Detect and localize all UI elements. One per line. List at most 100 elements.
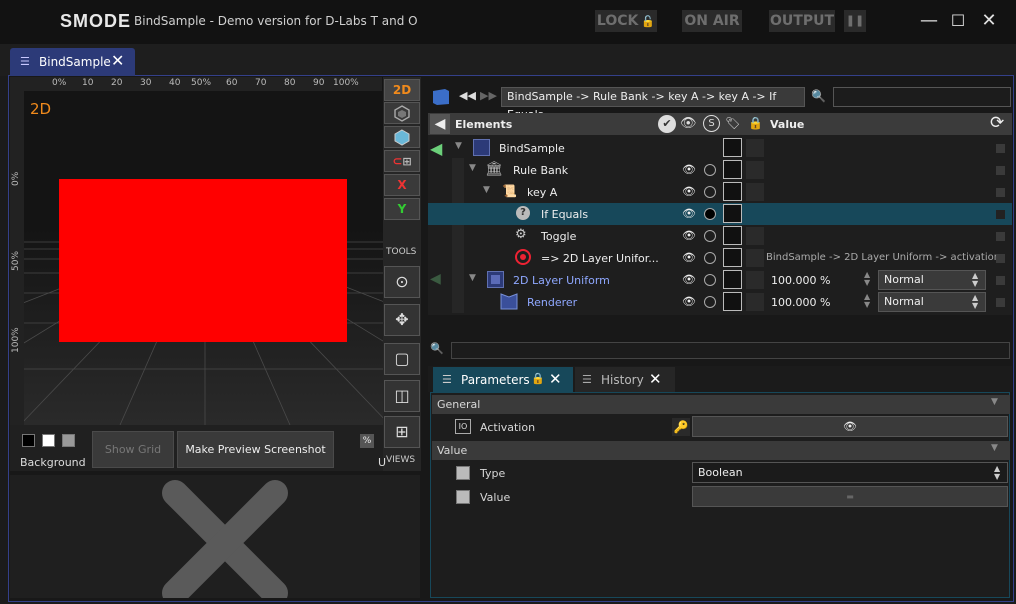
collapse-icon[interactable]: ▼ <box>991 397 998 407</box>
percent-icon[interactable]: % <box>360 434 374 448</box>
row-handle[interactable] <box>996 276 1005 285</box>
back-icon[interactable]: ◀◀ <box>459 89 476 102</box>
bg-white-swatch[interactable] <box>42 434 55 447</box>
close-icon[interactable]: ✕ <box>978 10 1000 32</box>
magnet-grid-icon[interactable]: ⊂⊞ <box>384 150 420 172</box>
solo-toggle[interactable] <box>704 208 716 220</box>
show-grid-button[interactable]: Show Grid <box>92 431 174 468</box>
compass-icon[interactable]: ⊙ <box>384 266 420 298</box>
type-select[interactable]: Boolean <box>692 462 1008 483</box>
activation-toggle[interactable]: 👁 <box>692 416 1008 437</box>
orthographic-cube-icon[interactable] <box>384 126 420 148</box>
column-tag-icon[interactable]: 🏷 <box>725 116 740 130</box>
color-swatch[interactable] <box>723 292 742 311</box>
tree-filter-input[interactable] <box>451 342 1010 359</box>
row-handle[interactable] <box>996 298 1005 307</box>
solo-toggle[interactable] <box>704 296 716 308</box>
opacity-stepper-icon[interactable]: ▲ ▼ <box>864 271 870 287</box>
bg-checker-swatch[interactable] <box>62 434 75 447</box>
output-button[interactable]: OUTPUT <box>769 10 835 32</box>
make-preview-screenshot-button[interactable]: Make Preview Screenshot <box>177 431 334 468</box>
opacity-value[interactable]: 100.000 % <box>771 274 830 287</box>
color-swatch[interactable] <box>723 182 742 201</box>
solo-toggle[interactable] <box>704 274 716 286</box>
refresh-icon[interactable]: ⟳ <box>990 113 1004 133</box>
expand-icon[interactable]: ▼ <box>455 141 462 151</box>
element-search-input[interactable] <box>833 87 1011 107</box>
lock-icon[interactable]: 🔒 <box>531 372 545 385</box>
go-up-arrow-icon[interactable]: ◀ <box>430 114 450 134</box>
search-icon[interactable]: 🔍 <box>811 89 826 103</box>
mode-2d-button[interactable]: 2D <box>384 79 420 101</box>
lock-cell[interactable] <box>746 249 764 267</box>
column-eye-icon[interactable]: 👁 <box>680 116 697 131</box>
expand-icon[interactable]: ▼ <box>469 273 476 283</box>
maximize-icon[interactable]: ☐ <box>947 10 969 32</box>
tree-search-icon[interactable]: 🔍 <box>430 342 444 355</box>
lock-cell[interactable] <box>746 227 764 245</box>
visibility-eye-icon[interactable]: 👁 <box>682 207 696 220</box>
forward-icon[interactable]: ▶▶ <box>480 89 497 102</box>
tab-close-icon[interactable]: ✕ <box>549 370 562 388</box>
opacity-stepper-icon[interactable]: ▲ ▼ <box>864 293 870 309</box>
solo-toggle[interactable] <box>704 230 716 242</box>
breadcrumb[interactable]: BindSample -> Rule Bank -> key A -> key … <box>501 87 805 121</box>
row-handle[interactable] <box>996 254 1005 263</box>
color-swatch[interactable] <box>723 160 742 179</box>
lock-button[interactable]: LOCK 🔓 <box>595 10 657 32</box>
axis-y-button[interactable]: Y <box>384 198 420 220</box>
views-grid-icon[interactable]: ⊞ <box>384 416 420 448</box>
lock-cell[interactable] <box>746 139 764 157</box>
section-value[interactable]: Value <box>432 441 1010 460</box>
tab-close-icon[interactable]: ✕ <box>111 51 124 70</box>
section-general[interactable]: General <box>432 395 1010 414</box>
key-icon[interactable]: 🔑 <box>672 418 690 436</box>
tab-close-icon[interactable]: ✕ <box>649 370 662 388</box>
lock-cell[interactable] <box>746 293 764 311</box>
column-solo-icon[interactable]: S <box>703 115 720 132</box>
solo-toggle[interactable] <box>704 252 716 264</box>
select-stepper-icon[interactable]: ▲ ▼ <box>972 294 978 310</box>
visibility-eye-icon[interactable]: 👁 <box>682 251 696 264</box>
visibility-eye-icon[interactable]: 👁 <box>682 185 696 198</box>
value-toggle[interactable]: ▬ <box>692 486 1008 507</box>
blend-mode-select[interactable]: Normal <box>878 270 986 290</box>
opacity-value[interactable]: 100.000 % <box>771 296 830 309</box>
row-handle[interactable] <box>996 188 1005 197</box>
row-handle[interactable] <box>996 166 1005 175</box>
cube-view-icon[interactable]: ◫ <box>384 380 420 412</box>
select-stepper-icon[interactable]: ▲ ▼ <box>972 272 978 288</box>
square-icon[interactable]: ▢ <box>384 343 420 375</box>
column-check-icon[interactable]: ✔ <box>658 115 676 133</box>
minimize-icon[interactable]: — <box>918 10 940 32</box>
element-cube-icon[interactable] <box>432 88 450 106</box>
solo-toggle[interactable] <box>704 186 716 198</box>
solo-toggle[interactable] <box>704 164 716 176</box>
on-air-button[interactable]: ON AIR <box>682 10 742 32</box>
row-handle[interactable] <box>996 232 1005 241</box>
visibility-eye-icon[interactable]: 👁 <box>682 229 696 242</box>
color-swatch[interactable] <box>723 138 742 157</box>
tab-bindsample[interactable]: ☰ BindSample ✕ <box>10 48 135 76</box>
red-layer-preview[interactable] <box>59 179 347 342</box>
perspective-cube-icon[interactable] <box>384 102 420 124</box>
visibility-eye-icon[interactable]: 👁 <box>682 273 696 286</box>
select-stepper-icon[interactable]: ▲ ▼ <box>994 465 1000 481</box>
move-icon[interactable]: ✥ <box>384 304 420 336</box>
lock-cell[interactable] <box>746 271 764 289</box>
pause-icon[interactable]: ❚❚ <box>844 10 866 32</box>
collapse-icon[interactable]: ▼ <box>991 443 998 453</box>
bg-black-swatch[interactable] <box>22 434 35 447</box>
expand-icon[interactable]: ▼ <box>483 185 490 195</box>
visibility-eye-icon[interactable]: 👁 <box>682 295 696 308</box>
lock-cell[interactable] <box>746 183 764 201</box>
row-handle[interactable] <box>996 210 1005 219</box>
color-swatch[interactable] <box>723 270 742 289</box>
tab-parameters[interactable]: ☰ Parameters 🔒 ✕ <box>433 367 573 392</box>
expand-icon[interactable]: ▼ <box>469 163 476 173</box>
visibility-eye-icon[interactable]: 👁 <box>682 163 696 176</box>
lock-cell[interactable] <box>746 161 764 179</box>
blend-mode-select[interactable]: Normal <box>878 292 986 312</box>
axis-x-button[interactable]: X <box>384 174 420 196</box>
color-swatch[interactable] <box>723 226 742 245</box>
